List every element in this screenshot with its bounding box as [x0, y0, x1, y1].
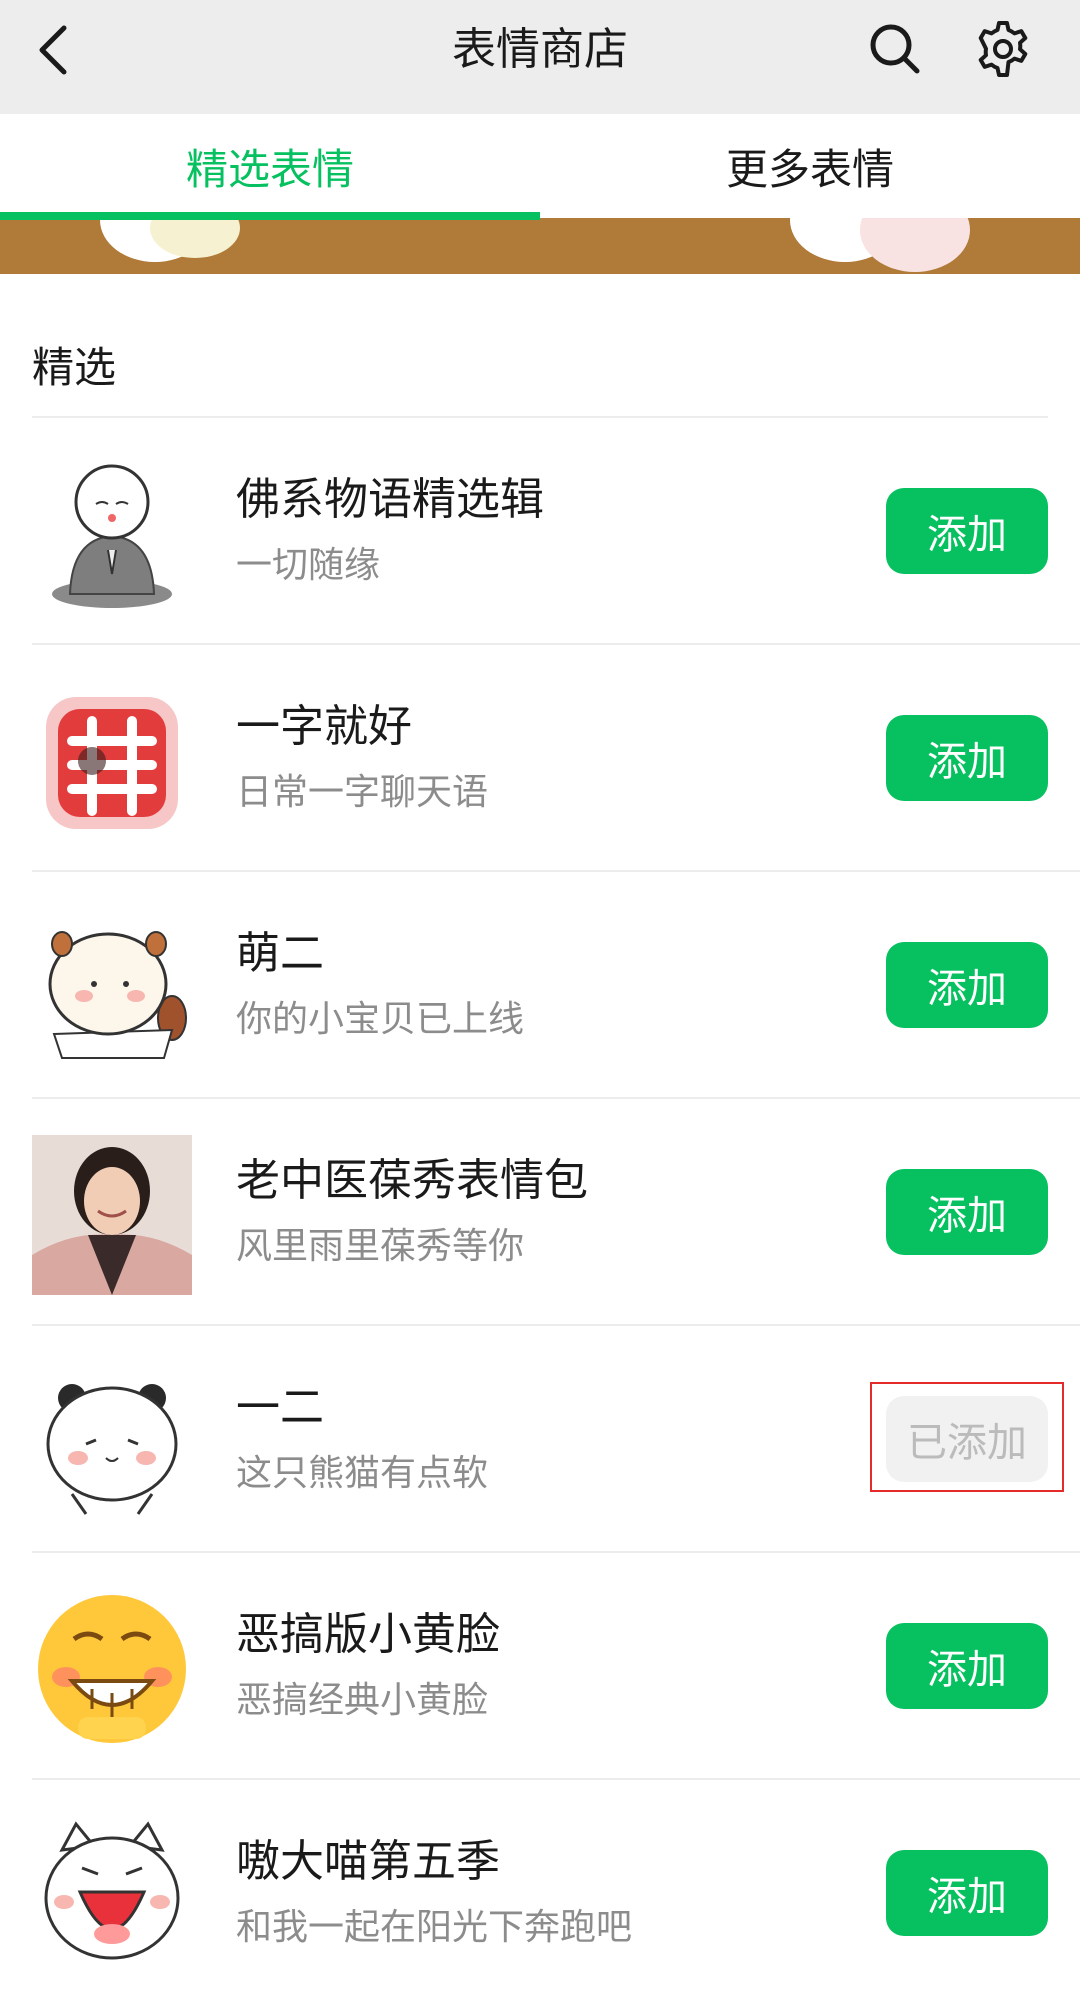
sticker-thumbnail [32, 1362, 192, 1522]
item-title: 一字就好 [236, 701, 412, 752]
sticker-thumbnail [32, 1135, 192, 1295]
tab-featured[interactable]: 精选表情 [0, 114, 540, 218]
item-title: 恶搞版小黄脸 [236, 1609, 500, 1660]
yellow-face-icon [38, 1595, 186, 1743]
item-subtitle: 风里雨里葆秀等你 [236, 1226, 525, 1267]
top-bar: 表情商店 [0, 0, 1080, 114]
add-button[interactable]: 添加 [886, 488, 1048, 574]
tab-indicator [0, 212, 540, 220]
list-item[interactable]: 一二 这只熊猫有点软 已添加 [32, 1326, 1080, 1553]
list-item[interactable]: 恶搞版小黄脸 恶搞经典小黄脸 添加 [32, 1553, 1080, 1780]
add-button[interactable]: 添加 [886, 942, 1048, 1028]
add-button[interactable]: 添加 [886, 1623, 1048, 1709]
item-title: 嗷大喵第五季 [236, 1836, 500, 1887]
portrait-icon [32, 1135, 192, 1295]
search-button[interactable] [862, 16, 928, 82]
sticker-thumbnail [32, 1816, 192, 1976]
sticker-list: 佛系物语精选辑 一切随缘 添加 一字就好 日常一字聊天语 添加 萌二 你的小宝贝… [0, 418, 1080, 1992]
item-title: 老中医葆秀表情包 [236, 1155, 588, 1206]
tab-bar: 精选表情 更多表情 [0, 114, 1080, 218]
panda-icon [46, 1384, 178, 1515]
item-subtitle: 和我一起在阳光下奔跑吧 [236, 1907, 633, 1948]
search-icon [870, 24, 920, 74]
raccoon-icon [48, 931, 187, 1059]
gear-icon [978, 21, 1028, 77]
sticker-thumbnail [32, 1589, 192, 1749]
item-title: 萌二 [236, 928, 324, 979]
character-sticker-icon [46, 697, 178, 829]
add-button[interactable]: 添加 [886, 715, 1048, 801]
cat-icon [44, 1821, 180, 1960]
list-item[interactable]: 嗷大喵第五季 和我一起在阳光下奔跑吧 添加 [32, 1780, 1080, 1992]
list-item[interactable]: 一字就好 日常一字聊天语 添加 [32, 645, 1080, 872]
section-title: 精选 [32, 343, 117, 392]
list-item[interactable]: 佛系物语精选辑 一切随缘 添加 [32, 418, 1080, 645]
item-subtitle: 这只熊猫有点软 [236, 1453, 489, 1494]
sticker-thumbnail [32, 908, 192, 1068]
list-item[interactable]: 老中医葆秀表情包 风里雨里葆秀等你 添加 [32, 1099, 1080, 1326]
banner-decoration [860, 218, 970, 272]
sticker-thumbnail [32, 454, 192, 614]
item-title: 佛系物语精选辑 [236, 474, 544, 525]
add-button[interactable]: 添加 [886, 1169, 1048, 1255]
highlight-box [870, 1382, 1064, 1492]
item-subtitle: 恶搞经典小黄脸 [236, 1680, 489, 1721]
list-item[interactable]: 萌二 你的小宝贝已上线 添加 [32, 872, 1080, 1099]
promo-banner[interactable] [0, 218, 1080, 274]
monk-icon [52, 464, 172, 608]
tab-more[interactable]: 更多表情 [540, 114, 1080, 218]
item-title: 一二 [236, 1382, 324, 1433]
item-subtitle: 你的小宝贝已上线 [236, 999, 525, 1040]
sticker-thumbnail [32, 681, 192, 841]
settings-button[interactable] [968, 14, 1038, 84]
item-subtitle: 一切随缘 [236, 545, 381, 586]
add-button[interactable]: 添加 [886, 1850, 1048, 1936]
item-subtitle: 日常一字聊天语 [236, 772, 489, 813]
